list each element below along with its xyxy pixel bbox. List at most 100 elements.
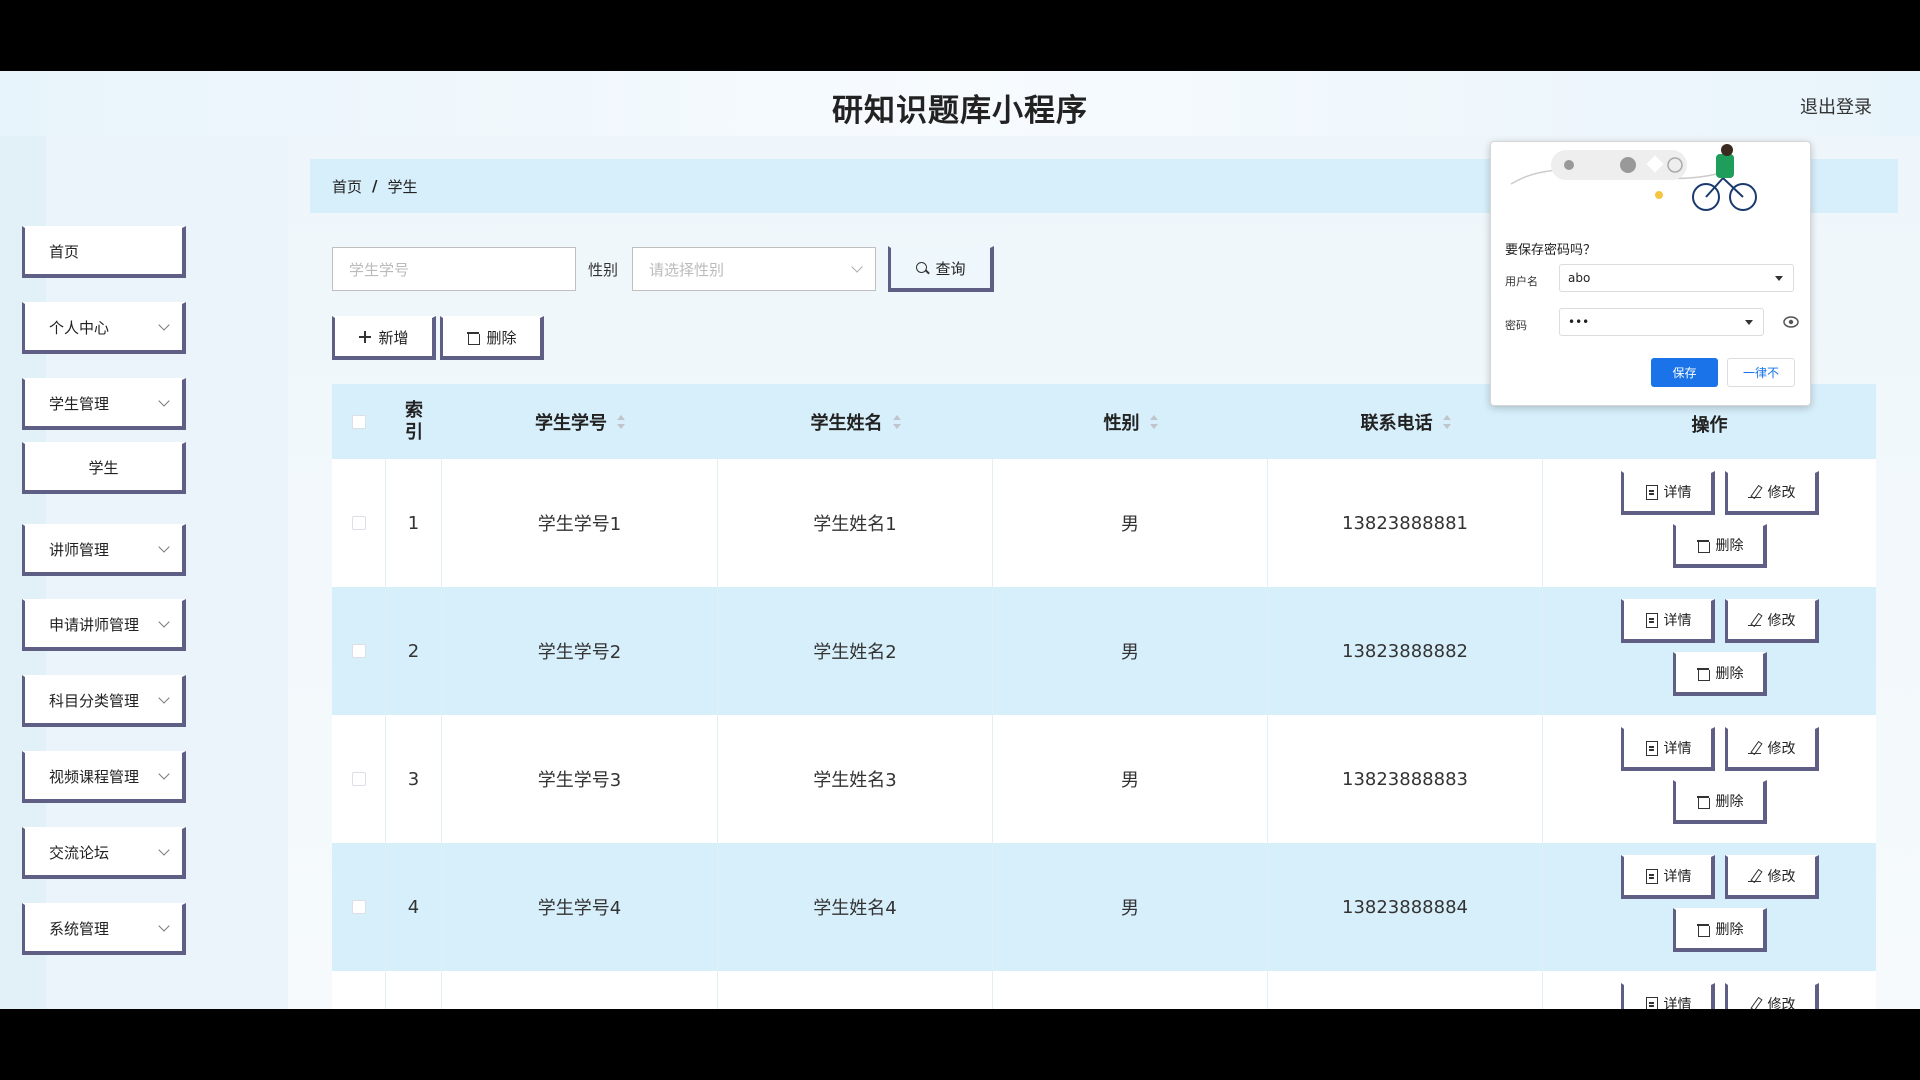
gender-label: 性别 [588,261,619,279]
column-label: 学生学号 [535,412,607,434]
sort-icon [1442,414,1451,429]
row-delete-button[interactable]: 删除 [1673,908,1767,952]
sidebar-item-subject-category[interactable]: 科目分类管理 [22,675,186,727]
row-select-cell [332,971,386,1009]
app-window: 研知识题库小程序 退出登录 首页 个人中心 学生管理 学生 讲师管理 申请讲师管… [0,71,1920,1009]
column-name[interactable]: 学生姓名 [718,384,993,459]
sidebar-item-forum[interactable]: 交流论坛 [22,827,186,879]
sidebar-item-students[interactable]: 学生 [22,442,186,494]
row-checkbox[interactable] [351,644,366,658]
logout-link[interactable]: 退出登录 [1800,93,1872,119]
table-row: 1 学生学号1 学生姓名1 男 13823888881 详情 修改 删除 [332,459,1876,587]
username-label: 用户名 [1505,275,1538,288]
detail-button[interactable]: 详情 [1621,855,1715,899]
edit-label: 修改 [1767,741,1796,757]
search-icon [915,261,929,275]
edit-label: 修改 [1767,869,1796,885]
sidebar: 首页 个人中心 学生管理 学生 讲师管理 申请讲师管理 科目分类管理 视频课程管… [0,136,288,1009]
cell-phone: 13823888882 [1268,587,1543,715]
add-button-label: 新增 [378,328,409,347]
sidebar-item-label: 申请讲师管理 [49,615,140,634]
delete-button-label: 删除 [486,328,517,347]
breadcrumb-current: 学生 [387,177,418,196]
never-save-button[interactable]: 一律不 [1727,358,1795,387]
password-illustration [1510,144,1757,211]
cell-phone [1268,971,1543,1009]
plus-icon [358,330,372,344]
column-label: 联系电话 [1360,412,1433,434]
sidebar-item-label: 学生 [88,458,119,477]
cell-phone: 13823888883 [1268,715,1543,843]
row-delete-button[interactable]: 删除 [1673,780,1767,824]
detail-button[interactable]: 详情 [1621,599,1715,643]
select-all-checkbox[interactable] [352,414,366,429]
add-button[interactable]: 新增 [332,316,436,360]
sidebar-item-label: 科目分类管理 [49,691,140,710]
detail-button[interactable]: 详情 [1621,727,1715,771]
document-icon [1644,997,1658,1009]
sort-icon [617,414,625,429]
sidebar-item-personal-center[interactable]: 个人中心 [22,302,186,354]
placeholder-text: 学生学号 [349,260,410,279]
cell-student-no: 学生学号3 [442,715,718,843]
username-value: abo [1568,271,1591,285]
cell-gender: 男 [993,587,1268,715]
student-no-search-input[interactable]: 学生学号 [332,247,576,291]
username-field[interactable]: abo [1559,264,1794,292]
sidebar-item-label: 交流论坛 [49,843,110,862]
table-row: 4 学生学号4 学生姓名4 男 13823888884 详情 修改 删除 [332,843,1876,971]
edit-button[interactable]: 修改 [1725,983,1819,1009]
column-student-no[interactable]: 学生学号 [442,384,718,459]
cell-index: 4 [386,843,442,971]
cell-actions: 详情 修改 删除 [1543,587,1876,715]
row-delete-button[interactable]: 删除 [1673,524,1767,568]
cell-gender: 男 [993,715,1268,843]
chevron-down-icon [158,692,170,704]
edit-button[interactable]: 修改 [1725,727,1819,771]
gender-select[interactable]: 请选择性别 [632,247,876,291]
detail-button[interactable]: 详情 [1621,471,1715,515]
save-password-button[interactable]: 保存 [1651,358,1718,387]
cell-actions: 详情 修改 删除 [1543,715,1876,843]
eye-icon[interactable] [1783,316,1799,328]
edit-icon [1747,613,1762,627]
delete-button[interactable]: 删除 [440,316,544,360]
chevron-down-icon [158,844,170,856]
sidebar-item-video-course[interactable]: 视频课程管理 [22,751,186,803]
query-button[interactable]: 查询 [888,246,994,292]
edit-button[interactable]: 修改 [1725,599,1819,643]
breadcrumb-home[interactable]: 首页 [332,176,362,197]
sidebar-item-system[interactable]: 系统管理 [22,903,186,955]
row-checkbox[interactable] [351,900,366,914]
sidebar-item-home[interactable]: 首页 [22,226,186,278]
cell-phone: 13823888884 [1268,843,1543,971]
password-field[interactable]: ••• [1559,308,1764,336]
row-checkbox[interactable] [351,516,366,530]
detail-button[interactable]: 详情 [1621,983,1715,1009]
row-select-cell [332,459,386,587]
row-delete-button[interactable]: 删除 [1673,652,1767,696]
row-checkbox[interactable] [351,772,366,786]
document-icon [1644,485,1658,500]
column-gender[interactable]: 性别 [993,384,1268,459]
app-title: 研知识题库小程序 [832,93,1088,129]
delete-label: 删除 [1715,666,1744,682]
row-select-cell [332,587,386,715]
table-row-partial: 详情 修改 [332,971,1876,1009]
placeholder-text: 请选择性别 [649,260,725,279]
edit-button[interactable]: 修改 [1725,471,1819,515]
detail-label: 详情 [1663,485,1692,501]
cell-student-no: 学生学号4 [442,843,718,971]
edit-button[interactable]: 修改 [1725,855,1819,899]
trash-icon [466,330,481,345]
sidebar-item-lecturer-application[interactable]: 申请讲师管理 [22,599,186,651]
sidebar-item-label: 讲师管理 [49,540,110,559]
sidebar-item-student-management[interactable]: 学生管理 [22,378,186,430]
sidebar-item-lecturer-management[interactable]: 讲师管理 [22,524,186,576]
chevron-down-icon [158,319,170,331]
cell-actions: 详情 修改 删除 [1543,843,1876,971]
cell-index: 2 [386,587,442,715]
cell-name [718,971,993,1009]
document-icon [1644,741,1658,756]
dropdown-icon [1775,276,1783,281]
